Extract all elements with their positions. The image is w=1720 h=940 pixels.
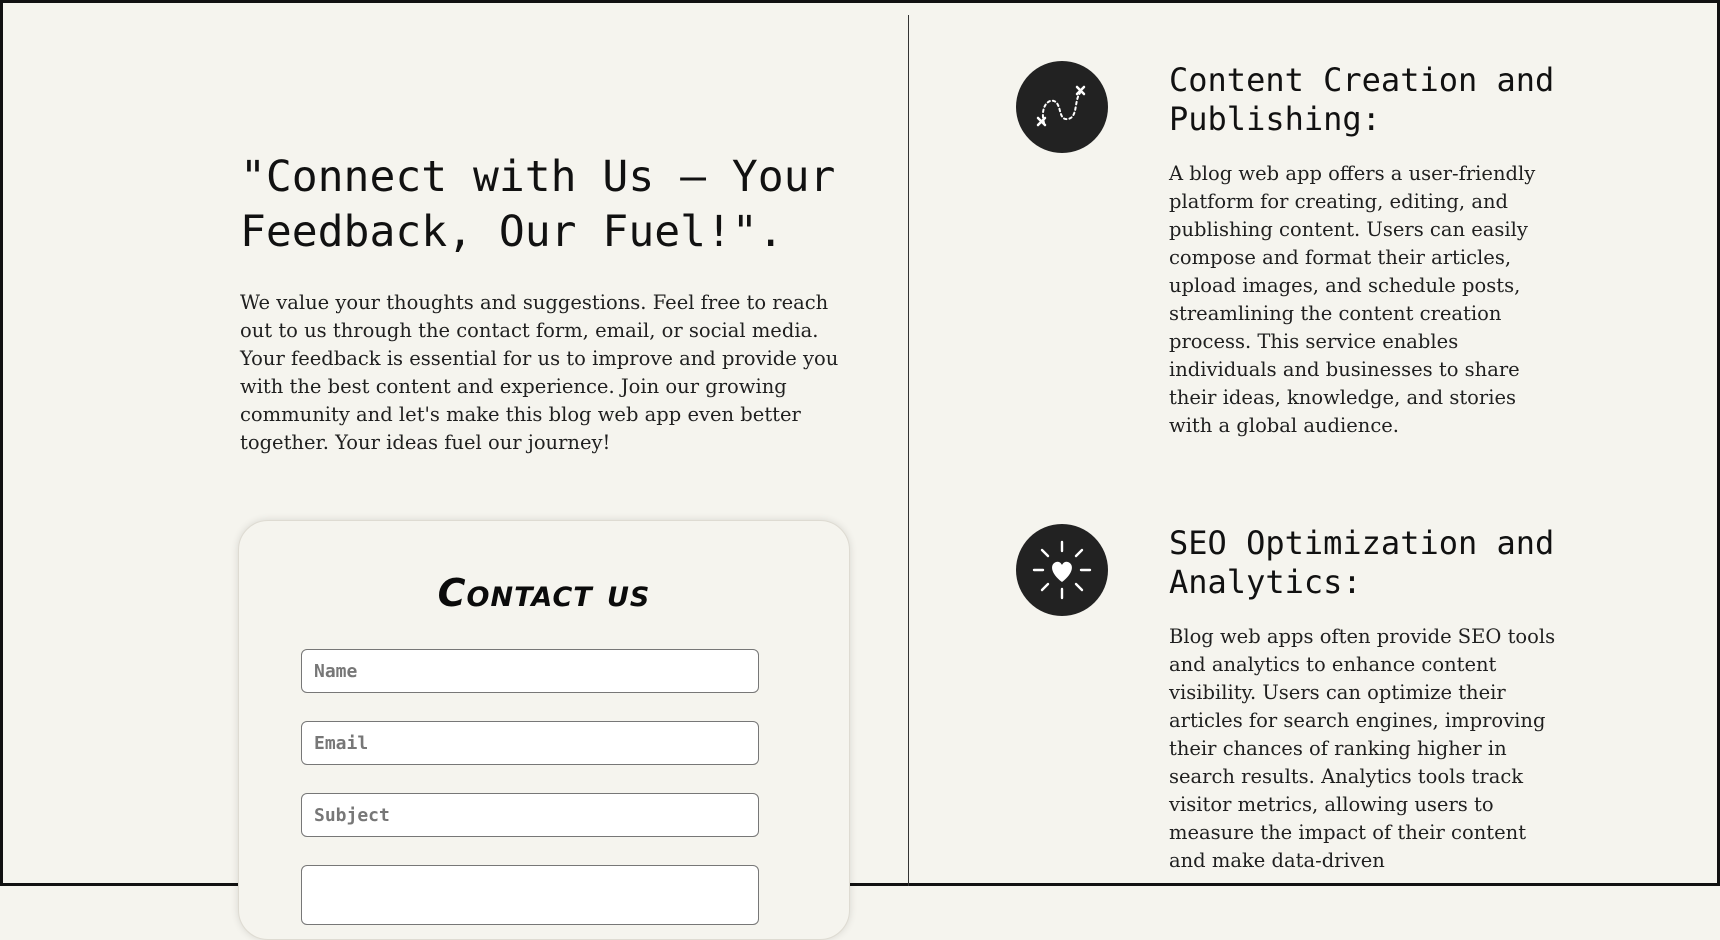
route-path-icon — [1016, 61, 1108, 153]
subject-input[interactable] — [301, 793, 759, 837]
name-input[interactable] — [301, 649, 759, 693]
service-body: Content Creation and Publishing: A blog … — [1169, 61, 1564, 440]
contact-form-title: Contact us — [437, 571, 651, 615]
message-textarea[interactable] — [301, 865, 759, 925]
column-divider — [908, 15, 909, 886]
feedback-section: "Connect with Us – Your Feedback, Our Fu… — [240, 150, 850, 457]
service-description: A blog web app offers a user-friendly pl… — [1169, 162, 1536, 437]
service-body: SEO Optimization and Analytics: Blog web… — [1169, 524, 1564, 875]
contact-form: Contact us — [238, 520, 850, 940]
service-title: Content Creation and Publishing: — [1169, 61, 1555, 138]
email-input[interactable] — [301, 721, 759, 765]
page-title: "Connect with Us – Your Feedback, Our Fu… — [240, 152, 836, 257]
feedback-description: We value your thoughts and suggestions. … — [240, 291, 839, 454]
service-description: Blog web apps often provide SEO tools an… — [1169, 625, 1556, 872]
heart-burst-icon — [1016, 524, 1108, 616]
service-title: SEO Optimization and Analytics: — [1169, 524, 1555, 601]
